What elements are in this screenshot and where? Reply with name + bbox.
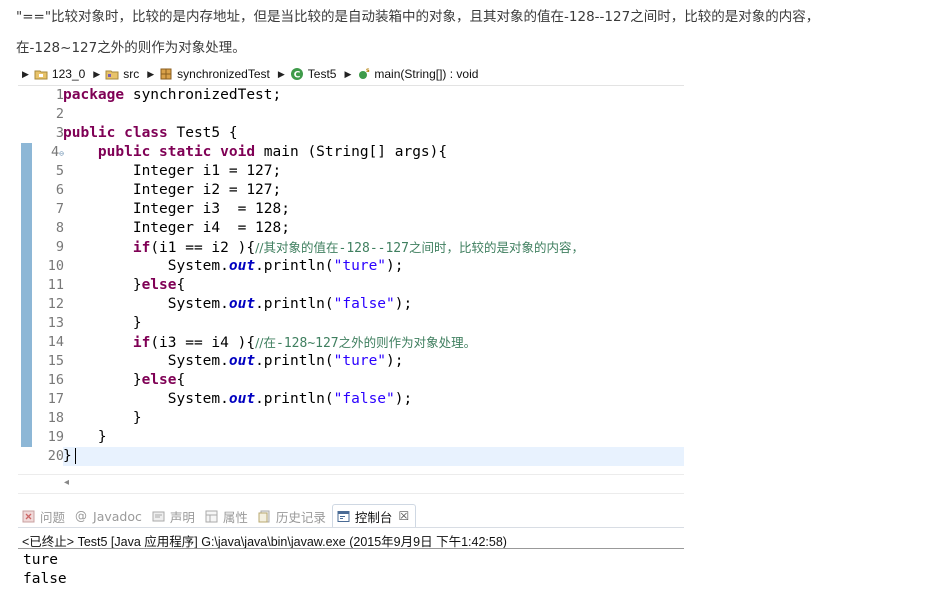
code-line[interactable]: public class Test5 { bbox=[63, 124, 684, 143]
svg-text:C: C bbox=[293, 71, 300, 81]
class-icon: C bbox=[290, 68, 303, 81]
console-output-line: false bbox=[23, 571, 67, 587]
views-tab-bar: 问题 @ Javadoc 声明 属性 历史记录 控制台 ☒ bbox=[18, 504, 684, 527]
breadcrumb-separator-icon[interactable]: ▶ bbox=[147, 69, 154, 80]
tab-console[interactable]: 控制台 ☒ bbox=[331, 504, 417, 527]
breadcrumb-item-class[interactable]: C Test5 bbox=[290, 67, 336, 81]
eclipse-editor-window: ▶ 123_0 ▶ src ▶ synchronizedTest ▶ C Tes… bbox=[18, 63, 684, 591]
code-line[interactable]: } bbox=[63, 428, 684, 447]
close-tab-icon[interactable]: ☒ bbox=[398, 509, 409, 523]
properties-icon bbox=[205, 510, 218, 522]
horizontal-scrollbar[interactable]: ◂ bbox=[18, 474, 684, 494]
tab-problems[interactable]: 问题 bbox=[18, 505, 71, 527]
breadcrumb-separator-icon[interactable]: ▶ bbox=[278, 69, 285, 80]
javadoc-icon: @ bbox=[75, 508, 88, 523]
breadcrumb-item-package[interactable]: synchronizedTest bbox=[159, 67, 270, 81]
code-line[interactable]: }else{ bbox=[63, 276, 684, 295]
breadcrumb-item-method[interactable]: s main(String[]) : void bbox=[356, 67, 478, 81]
declaration-icon bbox=[152, 511, 165, 521]
code-text[interactable]: package synchronizedTest; public class T… bbox=[63, 86, 684, 466]
code-line[interactable]: } bbox=[63, 409, 684, 428]
code-line[interactable]: package synchronizedTest; bbox=[63, 86, 684, 105]
breadcrumb: ▶ 123_0 ▶ src ▶ synchronizedTest ▶ C Tes… bbox=[18, 63, 684, 86]
breadcrumb-separator-icon[interactable]: ▶ bbox=[344, 69, 351, 80]
tab-history[interactable]: 历史记录 bbox=[254, 505, 332, 527]
code-line[interactable]: Integer i2 = 127; bbox=[63, 181, 684, 200]
method-icon: s bbox=[359, 67, 370, 79]
tab-divider bbox=[18, 527, 684, 528]
code-editor[interactable]: 1 2 3 4⊖ 5 6 7 8 9 10 11 12 13 14 15 16 … bbox=[18, 86, 684, 469]
code-line[interactable]: System.out.println("false"); bbox=[63, 295, 684, 314]
code-line[interactable]: Integer i4 = 128; bbox=[63, 219, 684, 238]
scroll-left-arrow-icon[interactable]: ◂ bbox=[64, 477, 69, 488]
tab-javadoc[interactable]: @ Javadoc bbox=[71, 505, 148, 527]
breadcrumb-item-project[interactable]: 123_0 bbox=[34, 67, 85, 81]
breadcrumb-separator-icon[interactable]: ▶ bbox=[93, 69, 100, 80]
intro-text-line-1: "=="比较对象时，比较的是内存地址，但是当比较的是自动装箱中的对象，且其对象的… bbox=[16, 9, 820, 25]
code-line[interactable]: if(i1 == i2 ){//其对象的值在-128--127之间时，比较的是对… bbox=[63, 238, 684, 257]
console-output[interactable]: ture false bbox=[23, 551, 67, 589]
svg-text:s: s bbox=[366, 67, 370, 74]
occurrence-marker-bar bbox=[21, 143, 32, 447]
console-output-line: ture bbox=[23, 552, 58, 568]
intro-text-line-2: 在-128~127之外的则作为对象处理。 bbox=[16, 40, 246, 56]
package-icon bbox=[160, 68, 172, 80]
tab-properties[interactable]: 属性 bbox=[201, 505, 254, 527]
history-icon bbox=[258, 510, 270, 522]
problems-icon bbox=[22, 510, 35, 522]
source-folder-icon bbox=[105, 70, 119, 80]
breadcrumb-expand-icon[interactable]: ▶ bbox=[22, 69, 29, 80]
code-line[interactable]: System.out.println("ture"); bbox=[63, 352, 684, 371]
code-line[interactable]: if(i3 == i4 ){//在-128~127之外的则作为对象处理。 bbox=[63, 333, 684, 352]
code-line[interactable]: } bbox=[63, 314, 684, 333]
code-line[interactable] bbox=[63, 105, 684, 124]
text-caret bbox=[74, 448, 76, 464]
code-line[interactable]: public static void main (String[] args){ bbox=[63, 143, 684, 162]
code-line[interactable]: }else{ bbox=[63, 371, 684, 390]
code-line[interactable]: System.out.println("false"); bbox=[63, 390, 684, 409]
tab-declaration[interactable]: 声明 bbox=[148, 505, 201, 527]
console-icon bbox=[337, 510, 350, 522]
code-line[interactable]: Integer i3 = 128; bbox=[63, 200, 684, 219]
project-icon bbox=[34, 70, 48, 80]
console-divider bbox=[18, 548, 684, 549]
code-line[interactable]: System.out.println("ture"); bbox=[63, 257, 684, 276]
code-line[interactable]: Integer i1 = 127; bbox=[63, 162, 684, 181]
breadcrumb-item-src[interactable]: src bbox=[105, 67, 139, 81]
code-line-current[interactable]: } bbox=[63, 447, 684, 466]
